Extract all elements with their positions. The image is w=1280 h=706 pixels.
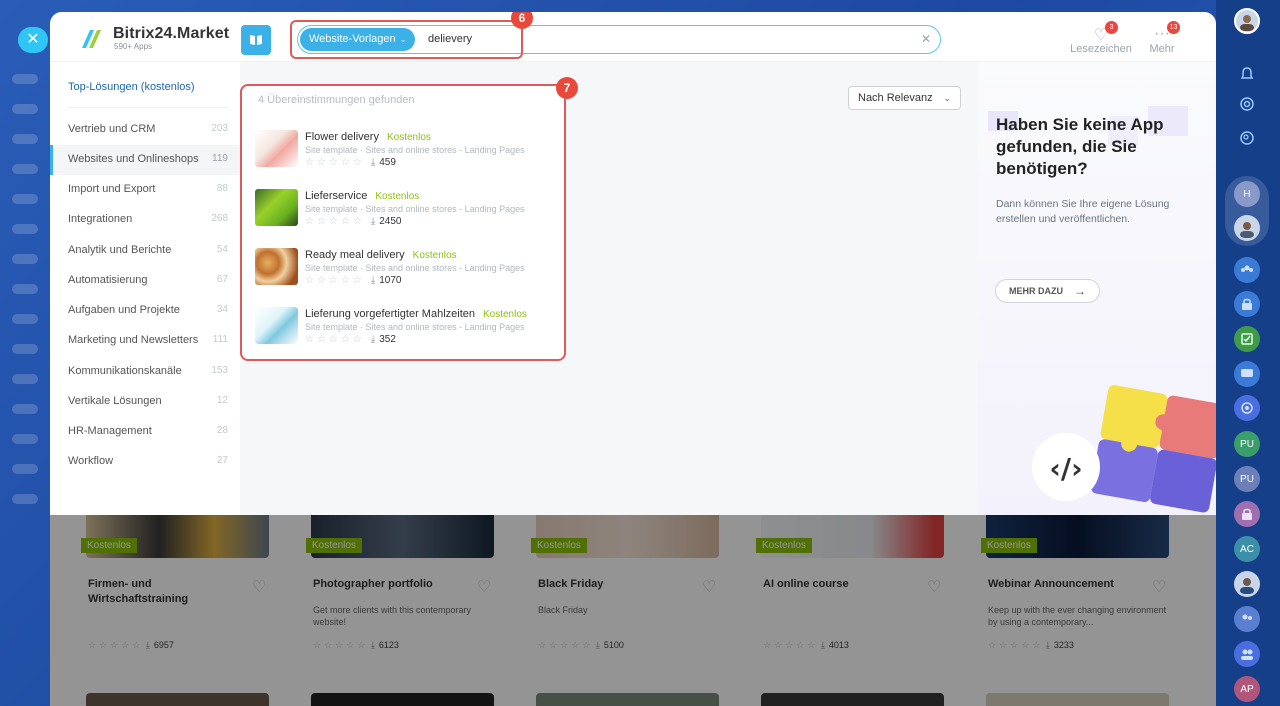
logo-title: Bitrix24.Market bbox=[113, 25, 230, 42]
result-thumbnail bbox=[255, 307, 298, 344]
svg-text:‹/›: ‹/› bbox=[1049, 452, 1082, 485]
result-thumbnail bbox=[255, 189, 298, 226]
download-icon: ⤓ bbox=[370, 216, 376, 227]
catalog-button[interactable] bbox=[241, 25, 271, 55]
download-icon: ⤓ bbox=[370, 334, 376, 345]
people-icon[interactable] bbox=[1234, 641, 1260, 667]
market-panel: Bitrix24.Market 590+ Apps Website-Vorlag… bbox=[50, 12, 1216, 515]
logo-subtitle: 590+ Apps bbox=[114, 42, 153, 51]
more-counter: 13 bbox=[1167, 21, 1180, 34]
puzzle-illustration: ‹/› bbox=[1032, 385, 1216, 513]
promo-title: Haben Sie keine App gefunden, die Sie be… bbox=[996, 115, 1164, 178]
result-desc: Site template · Sites and online stores … bbox=[305, 322, 525, 332]
result-meta: ☆☆☆☆☆ ⤓ 1070 bbox=[305, 275, 402, 286]
nav-item[interactable]: Marketing und Newsletters 111 bbox=[50, 326, 240, 356]
nav-item[interactable]: Kommunikationskanäle 153 bbox=[50, 357, 240, 387]
result-thumbnail bbox=[255, 248, 298, 285]
download-icon: ⤓ bbox=[370, 275, 376, 286]
price-label: Kostenlos bbox=[375, 191, 420, 202]
nav-item[interactable]: HR-Management 28 bbox=[50, 417, 240, 447]
more-dots-icon: ··· 13 bbox=[1143, 21, 1181, 43]
target-app-icon[interactable] bbox=[1234, 395, 1260, 421]
result-thumbnail bbox=[255, 130, 298, 167]
price-label: Kostenlos bbox=[386, 132, 431, 143]
nav-item-active[interactable]: Websites und Onlineshops 119 bbox=[50, 145, 240, 175]
result-meta: ☆☆☆☆☆ ⤓ 459 bbox=[305, 157, 396, 168]
sort-dropdown[interactable]: Nach Relevanz ⌄ bbox=[848, 86, 961, 110]
bookmarks-label: Lesezeichen bbox=[1070, 43, 1132, 55]
chevron-down-icon: ⌄ bbox=[943, 93, 951, 103]
lock-icon[interactable] bbox=[1234, 291, 1260, 317]
grid-overlay bbox=[50, 515, 1216, 706]
highlight-search bbox=[290, 20, 523, 59]
price-label: Kostenlos bbox=[482, 309, 527, 320]
clear-icon[interactable]: ✕ bbox=[921, 32, 931, 46]
promo-panel: Haben Sie keine App gefunden, die Sie be… bbox=[978, 62, 1216, 515]
bookmarks-button[interactable]: ♡ 3 Lesezeichen bbox=[1070, 21, 1132, 55]
group-chat-icon[interactable] bbox=[1234, 606, 1260, 632]
learn-more-button[interactable]: MEHR DAZU → bbox=[995, 279, 1100, 303]
result-title: Ready meal delivery Kostenlos bbox=[305, 249, 457, 261]
search-icon[interactable] bbox=[1234, 125, 1260, 151]
lock-chat-icon[interactable] bbox=[1234, 501, 1260, 527]
panel-header: Bitrix24.Market 590+ Apps Website-Vorlag… bbox=[50, 12, 1216, 62]
left-background-strip bbox=[0, 0, 50, 706]
result-item[interactable]: Flower delivery Kostenlos Site template ·… bbox=[255, 130, 555, 186]
close-slider-button[interactable]: ✕ bbox=[18, 27, 48, 53]
bell-icon[interactable] bbox=[1234, 61, 1260, 87]
bookmarks-counter: 3 bbox=[1105, 21, 1118, 34]
download-icon: ⤓ bbox=[370, 157, 376, 168]
user-avatar[interactable] bbox=[1234, 8, 1260, 34]
result-title: Flower delivery Kostenlos bbox=[305, 131, 431, 143]
result-desc: Site template · Sites and online stores … bbox=[305, 204, 525, 214]
nav-item[interactable]: Integrationen 268 bbox=[50, 205, 240, 235]
arrow-right-icon: → bbox=[1074, 284, 1086, 298]
category-nav: Top-Lösungen (kostenlos) Vertrieb und CR… bbox=[50, 62, 240, 515]
chat-item-ac[interactable]: AC bbox=[1234, 536, 1260, 562]
target-icon[interactable] bbox=[1234, 91, 1260, 117]
more-label: Mehr bbox=[1149, 43, 1175, 55]
search-results-dropdown: 4 Übereinstimmungen gefunden Flower deli… bbox=[240, 84, 566, 361]
price-label: Kostenlos bbox=[412, 250, 457, 261]
result-desc: Site template · Sites and online stores … bbox=[305, 145, 525, 155]
right-sidebar: H PU PU AC AP bbox=[1216, 0, 1280, 706]
result-meta: ☆☆☆☆☆ ⤓ 352 bbox=[305, 334, 396, 345]
task-icon[interactable] bbox=[1234, 326, 1260, 352]
callout-badge-7: 7 bbox=[556, 77, 578, 99]
result-desc: Site template · Sites and online stores … bbox=[305, 263, 525, 273]
chat-item-pu-2[interactable]: PU bbox=[1234, 466, 1260, 492]
result-item[interactable]: Lieferservice Kostenlos Site template · S… bbox=[255, 189, 555, 245]
results-count: 4 Übereinstimmungen gefunden bbox=[258, 94, 415, 106]
result-item[interactable]: Lieferung vorgefertigter Mahlzeiten Koste… bbox=[255, 307, 555, 363]
nav-item[interactable]: Workflow 27 bbox=[50, 447, 240, 477]
nav-item[interactable]: Vertikale Lösungen 12 bbox=[50, 387, 240, 417]
result-item[interactable]: Ready meal delivery Kostenlos Site templa… bbox=[255, 248, 555, 304]
nav-top-solutions[interactable]: Top-Lösungen (kostenlos) bbox=[68, 81, 195, 93]
bitrix-logo-icon bbox=[82, 30, 101, 48]
nav-item[interactable]: Vertrieb und CRM 203 bbox=[50, 115, 240, 145]
close-icon: ✕ bbox=[26, 31, 40, 48]
nav-divider bbox=[68, 107, 228, 108]
result-meta: ☆☆☆☆☆ ⤓ 2450 bbox=[305, 216, 402, 227]
nav-item[interactable]: Analytik und Berichte 54 bbox=[50, 236, 240, 266]
chat-item-pu[interactable]: PU bbox=[1234, 431, 1260, 457]
nav-item[interactable]: Import und Export 88 bbox=[50, 175, 240, 205]
more-button[interactable]: ··· 13 Mehr bbox=[1143, 21, 1181, 55]
heart-icon: ♡ 3 bbox=[1070, 21, 1132, 44]
result-title: Lieferung vorgefertigter Mahlzeiten Koste… bbox=[305, 308, 527, 320]
nav-item[interactable]: Automatisierung 67 bbox=[50, 266, 240, 296]
chat-item-h[interactable]: H bbox=[1234, 181, 1260, 207]
result-title: Lieferservice Kostenlos bbox=[305, 190, 420, 202]
book-icon bbox=[250, 35, 262, 45]
message-icon[interactable] bbox=[1234, 361, 1260, 387]
chat-item-ap[interactable]: AP bbox=[1234, 676, 1260, 702]
search-results-area: Nach Relevanz ⌄ 4 Übereinstimmungen gefun… bbox=[240, 62, 978, 515]
promo-text: Dann können Sie Ihre eigene Lösung erste… bbox=[996, 198, 1170, 225]
chat-avatar[interactable] bbox=[1234, 215, 1260, 241]
nav-item[interactable]: Aufgaben und Projekte 34 bbox=[50, 296, 240, 326]
group-icon[interactable] bbox=[1234, 257, 1260, 283]
chat-avatar-2[interactable] bbox=[1234, 571, 1260, 597]
